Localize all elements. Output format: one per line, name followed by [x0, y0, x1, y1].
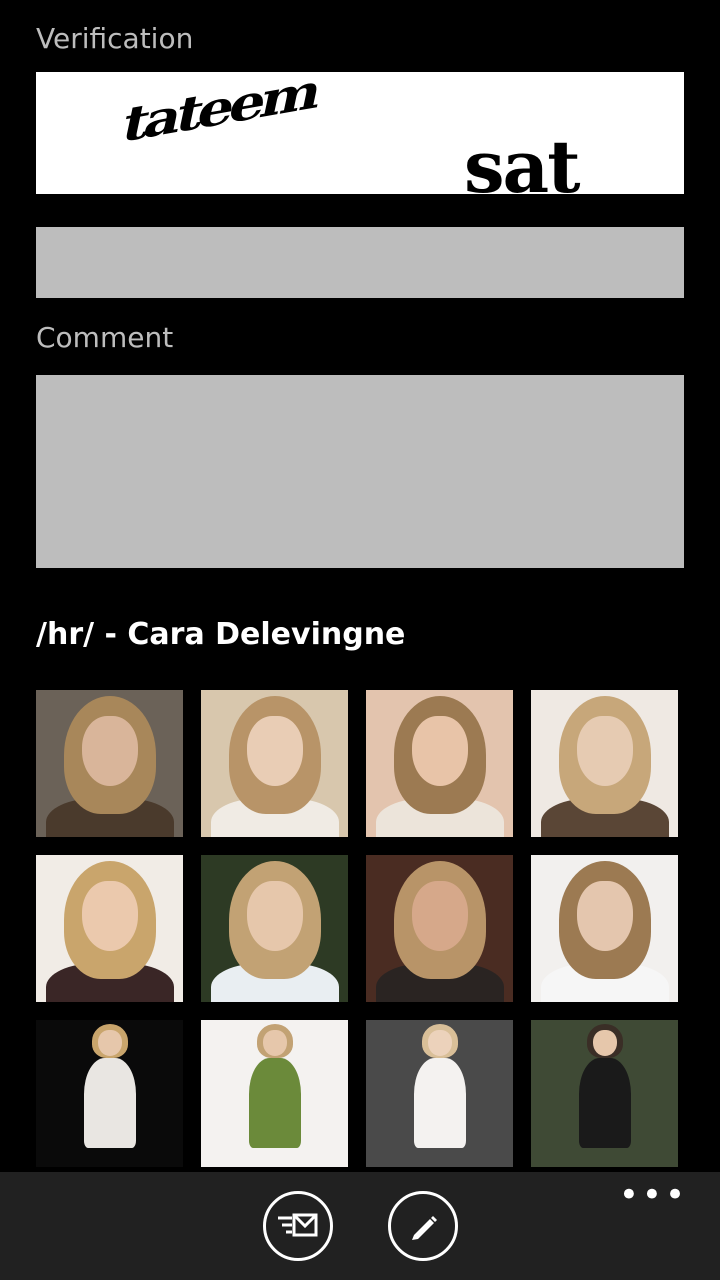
- thumbnail-image[interactable]: [531, 1020, 678, 1167]
- photo-face-shape: [428, 1030, 452, 1056]
- captcha-word-2: sat: [464, 124, 580, 194]
- thumbnail-image[interactable]: [531, 855, 678, 1002]
- verification-label: Verification: [36, 22, 194, 55]
- pencil-icon: [412, 1216, 437, 1240]
- photo-body-shape: [414, 1058, 466, 1148]
- thumbnail-image[interactable]: [366, 1020, 513, 1167]
- thumbnail-image[interactable]: [36, 690, 183, 837]
- thumbnail-image[interactable]: [36, 855, 183, 1002]
- app-bar: •••: [0, 1172, 720, 1280]
- verification-input[interactable]: [36, 227, 684, 298]
- photo-face-shape: [247, 881, 303, 951]
- photo-face-shape: [247, 716, 303, 786]
- thumbnail-image[interactable]: [366, 690, 513, 837]
- photo-face-shape: [82, 716, 138, 786]
- photo-body-shape: [579, 1058, 631, 1148]
- more-options-icon[interactable]: •••: [619, 1178, 688, 1212]
- photo-face-shape: [412, 881, 468, 951]
- board-thread-title: /hr/ - Cara Delevingne: [36, 617, 406, 652]
- thumbnail-grid: [36, 690, 684, 1168]
- compose-button[interactable]: [388, 1191, 458, 1261]
- comment-input[interactable]: [36, 375, 684, 568]
- thumbnail-image[interactable]: [531, 690, 678, 837]
- comment-label: Comment: [36, 321, 174, 354]
- reply-mail-icon: [278, 1213, 318, 1237]
- photo-body-shape: [84, 1058, 136, 1148]
- thumbnail-image[interactable]: [201, 690, 348, 837]
- photo-face-shape: [593, 1030, 617, 1056]
- photo-face-shape: [263, 1030, 287, 1056]
- photo-body-shape: [249, 1058, 301, 1148]
- reply-button[interactable]: [263, 1191, 333, 1261]
- photo-face-shape: [412, 716, 468, 786]
- thumbnail-image[interactable]: [366, 855, 513, 1002]
- captcha-image: tateem sat: [36, 72, 684, 194]
- photo-face-shape: [577, 881, 633, 951]
- thumbnail-image[interactable]: [36, 1020, 183, 1167]
- photo-face-shape: [82, 881, 138, 951]
- thumbnail-image[interactable]: [201, 855, 348, 1002]
- photo-face-shape: [577, 716, 633, 786]
- photo-face-shape: [98, 1030, 122, 1056]
- thumbnail-image[interactable]: [201, 1020, 348, 1167]
- captcha-word-1: tateem: [117, 72, 323, 154]
